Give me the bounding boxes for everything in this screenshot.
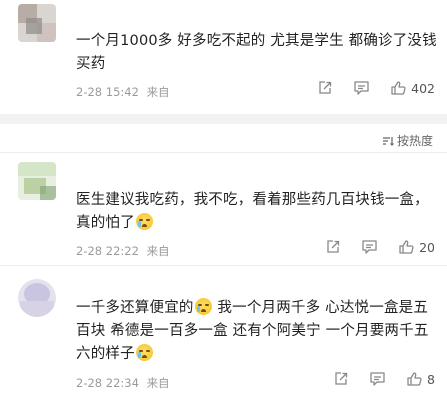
thumbs-up-icon [399, 240, 414, 254]
comment-source: 来自 [146, 85, 170, 99]
comment-icon [354, 81, 369, 95]
comment-source: 来自 [146, 244, 170, 258]
crying-face-emoji [135, 213, 153, 230]
avatar[interactable] [18, 279, 56, 317]
comment-time: 2-28 22:22 [76, 244, 139, 258]
comment-icon [362, 240, 377, 254]
separator [0, 152, 447, 153]
thumbs-up-icon [407, 372, 422, 386]
share-icon [327, 240, 340, 253]
comment-actions: 20 [305, 239, 435, 255]
share-icon [335, 372, 348, 385]
thumbs-up-icon [391, 81, 406, 95]
like-button[interactable]: 402 [390, 80, 435, 96]
comment-button[interactable] [353, 80, 370, 96]
avatar[interactable] [18, 162, 56, 200]
comment-button[interactable] [369, 371, 386, 387]
like-count: 8 [427, 371, 435, 387]
comment-text: 一千多还算便宜的 我一个月两千多 心达悦一盒是五百块 希德是一百多一盒 还有个阿… [76, 298, 429, 362]
repost-button[interactable] [333, 371, 349, 387]
like-button[interactable]: 20 [398, 239, 435, 255]
comment-text: 医生建议我吃药，我不吃，看着那些药几百块钱一盒，真的怕了 [76, 192, 429, 231]
comment-actions: 8 [313, 371, 435, 387]
comment-time: 2-28 22:34 [76, 376, 139, 390]
like-count: 402 [411, 80, 435, 96]
crying-face-emoji [194, 298, 212, 315]
avatar[interactable] [18, 4, 56, 42]
like-count: 20 [419, 239, 435, 255]
section-divider [0, 114, 447, 124]
comment-actions: 402 [297, 80, 435, 96]
comment-icon [370, 372, 385, 386]
comment-text: 一个月1000多 好多吃不起的 尤其是学生 都确诊了没钱买药 [76, 33, 437, 72]
share-icon [319, 81, 332, 94]
comment-meta: 2-28 22:22 来自 [76, 243, 174, 259]
repost-button[interactable] [317, 80, 333, 96]
comment-source: 来自 [146, 376, 170, 390]
comment-button[interactable] [361, 239, 378, 255]
sort-toggle[interactable]: 按热度 [382, 132, 433, 149]
like-button[interactable]: 8 [406, 371, 435, 387]
sort-label: 按热度 [396, 134, 433, 148]
repost-button[interactable] [325, 239, 341, 255]
sort-icon [382, 136, 394, 146]
separator [0, 265, 447, 266]
comment-meta: 2-28 22:34 来自 [76, 375, 174, 391]
comment-meta: 2-28 15:42 来自 [76, 84, 174, 100]
comment-time: 2-28 15:42 [76, 85, 139, 99]
crying-face-emoji [135, 344, 153, 361]
